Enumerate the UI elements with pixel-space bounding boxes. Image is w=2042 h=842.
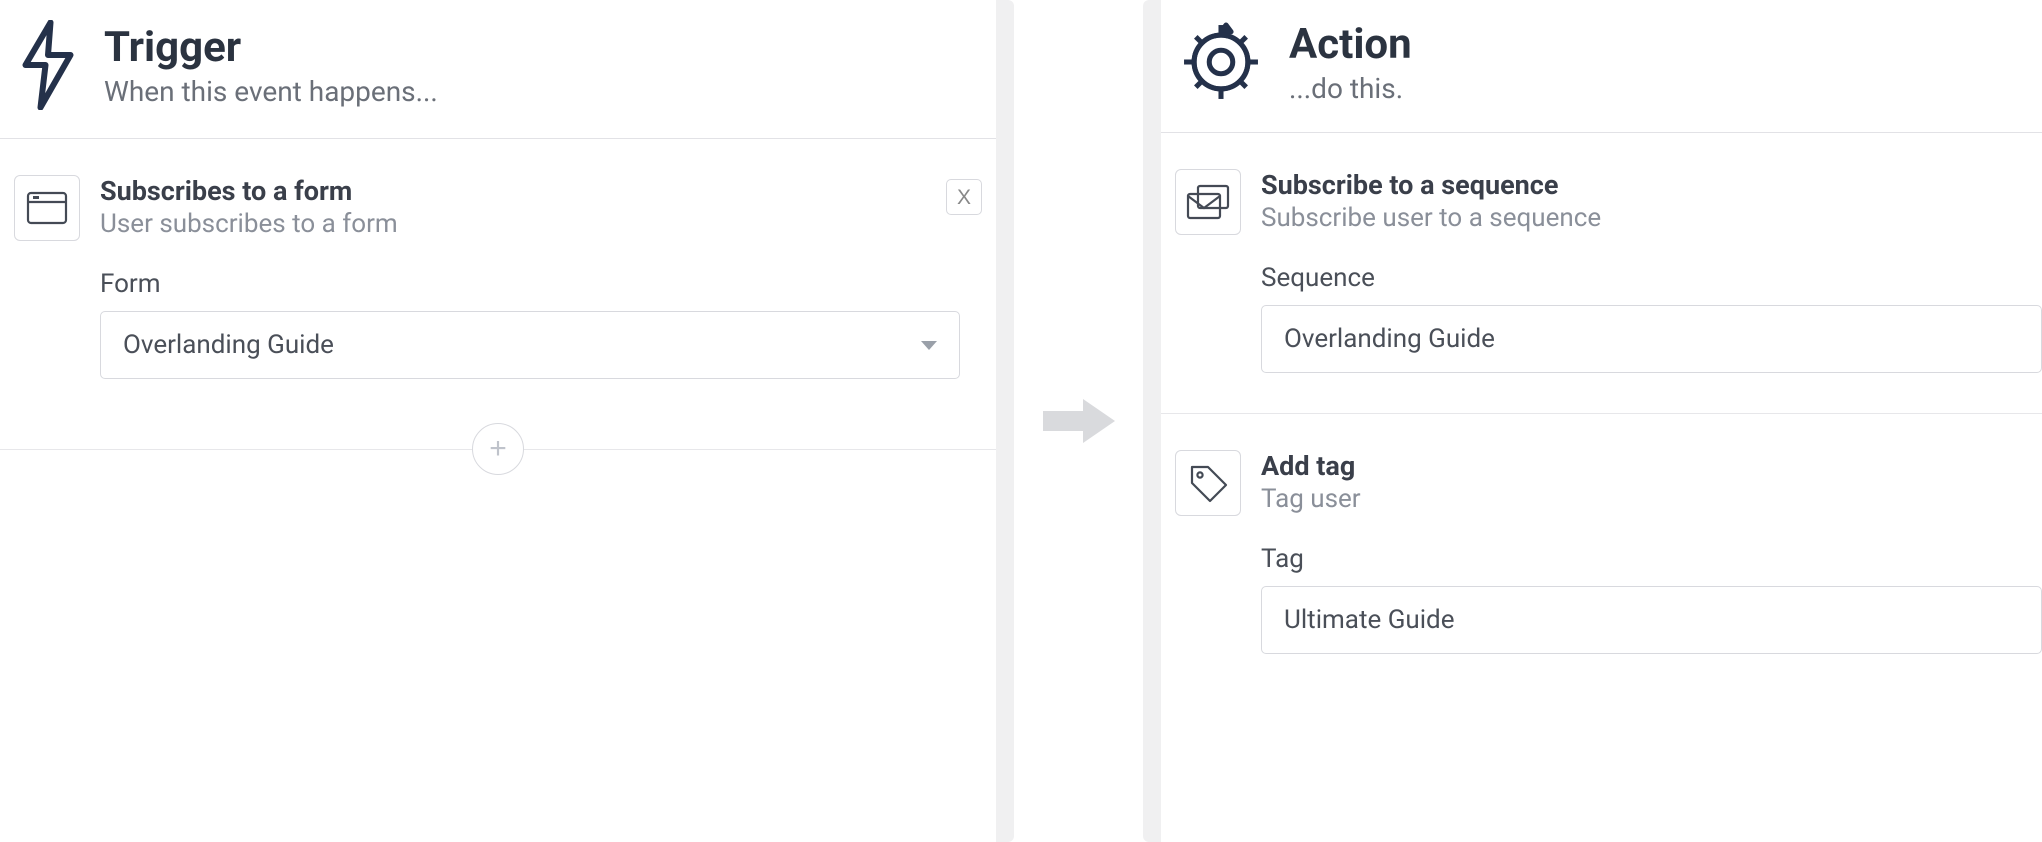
chevron-down-icon — [921, 341, 937, 350]
add-trigger-row: + — [0, 419, 996, 479]
sequence-select-value: Overlanding Guide — [1284, 324, 1495, 354]
form-select[interactable]: Overlanding Guide — [100, 311, 960, 379]
tag-field-label: Tag — [1261, 544, 2042, 574]
flow-divider — [996, 0, 1161, 842]
trigger-panel: Trigger When this event happens... X Sub… — [0, 0, 996, 842]
trigger-subtitle: When this event happens... — [104, 75, 438, 108]
trigger-title: Trigger — [104, 26, 438, 70]
action-header: Action ...do this. — [1161, 0, 2042, 133]
trigger-header: Trigger When this event happens... — [0, 0, 996, 139]
sequence-icon — [1175, 169, 1241, 235]
action-card-subtitle: Subscribe user to a sequence — [1261, 203, 1601, 233]
tag-select[interactable]: Ultimate Guide — [1261, 586, 2042, 654]
action-card-tag: Add tag Tag user Tag Ultimate Guide — [1161, 414, 2042, 694]
form-select-value: Overlanding Guide — [123, 330, 334, 360]
arrow-right-icon — [1039, 391, 1119, 451]
tag-icon — [1175, 450, 1241, 516]
lightning-icon — [18, 20, 78, 114]
sequence-select[interactable]: Overlanding Guide — [1261, 305, 2042, 373]
close-button[interactable]: X — [946, 179, 982, 215]
action-title: Action — [1289, 23, 1412, 67]
form-icon — [14, 175, 80, 241]
trigger-card-title: Subscribes to a form — [100, 175, 398, 207]
action-subtitle: ...do this. — [1289, 72, 1412, 105]
sequence-field-label: Sequence — [1261, 263, 2042, 293]
add-trigger-button[interactable]: + — [472, 423, 524, 475]
trigger-card: X Subscribes to a form User subscribes t… — [0, 139, 996, 419]
action-card-title: Subscribe to a sequence — [1261, 169, 1601, 201]
action-card-subtitle: Tag user — [1261, 484, 1361, 514]
action-card-title: Add tag — [1261, 450, 1361, 482]
tag-select-value: Ultimate Guide — [1284, 605, 1455, 635]
form-field-label: Form — [100, 269, 982, 299]
gear-icon — [1179, 20, 1263, 108]
action-panel: Action ...do this. Subscribe to a sequen… — [1161, 0, 2042, 842]
trigger-card-subtitle: User subscribes to a form — [100, 209, 398, 239]
action-card-sequence: Subscribe to a sequence Subscribe user t… — [1161, 133, 2042, 414]
